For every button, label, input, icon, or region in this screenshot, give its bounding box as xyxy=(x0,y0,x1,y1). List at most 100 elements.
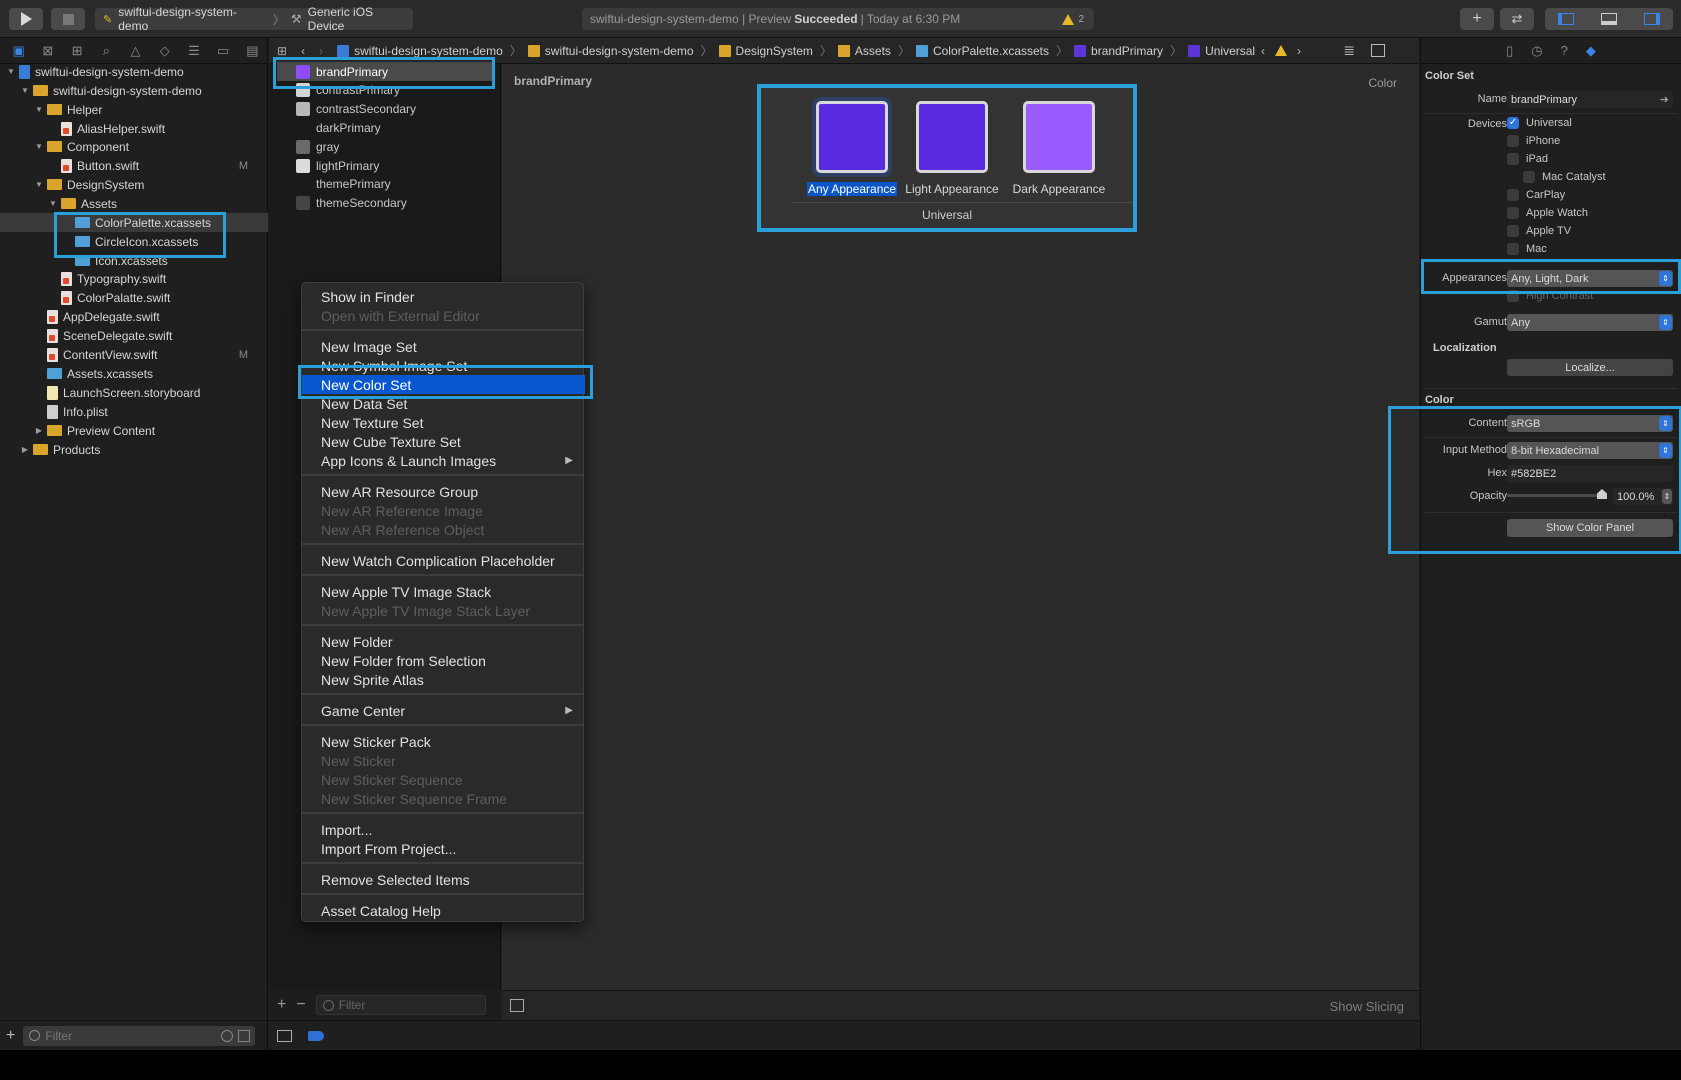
device-checkbox[interactable]: iPad xyxy=(1507,153,1548,165)
menu-item[interactable]: Show in Finder xyxy=(302,287,585,306)
device-checkbox[interactable]: CarPlay xyxy=(1507,189,1565,201)
arrow-circle-icon[interactable]: ➜ xyxy=(1660,93,1669,106)
disclosure-open-icon[interactable]: ▼ xyxy=(34,142,44,151)
breadcrumb-item[interactable]: Universal xyxy=(1188,44,1255,58)
tree-item[interactable]: Info.plist xyxy=(0,402,268,421)
gamut-popup[interactable]: Any ⇕ xyxy=(1507,314,1673,331)
tree-item[interactable]: ColorPalette.xcassets xyxy=(0,213,268,232)
menu-item[interactable]: Game Center ▶ xyxy=(302,701,585,720)
menu-item[interactable]: Remove Selected Items xyxy=(302,870,585,889)
color-well[interactable] xyxy=(916,101,988,173)
menu-item[interactable]: New Folder xyxy=(302,632,585,651)
tree-item[interactable]: ▼ DesignSystem xyxy=(0,175,268,194)
device-checkbox[interactable]: Mac xyxy=(1507,243,1547,255)
menu-item[interactable]: New AR Resource Group xyxy=(302,482,585,501)
next-issue-button[interactable]: › xyxy=(1297,44,1301,58)
add-editor-icon[interactable] xyxy=(1371,44,1385,57)
asset-filter-input[interactable]: Filter xyxy=(315,995,486,1015)
color-well[interactable] xyxy=(1023,101,1095,173)
asset-item[interactable]: contrastSecondary xyxy=(277,100,493,119)
localize-button[interactable]: Localize... xyxy=(1507,359,1673,376)
asset-item[interactable]: themePrimary xyxy=(277,175,493,194)
navigator-filter-input[interactable]: Filter xyxy=(23,1025,256,1046)
test-icon[interactable]: ◇ xyxy=(150,43,179,59)
tree-item[interactable]: ColorPalatte.swift xyxy=(0,288,268,307)
code-review-button[interactable]: ⇄ xyxy=(1500,8,1534,30)
recent-files-icon[interactable] xyxy=(221,1029,234,1042)
source-control-icon[interactable]: ⊠ xyxy=(33,43,62,59)
tree-item[interactable]: SceneDelegate.swift xyxy=(0,326,268,345)
asset-item[interactable]: brandPrimary xyxy=(277,62,493,81)
tree-item[interactable]: AliasHelper.swift xyxy=(0,119,268,138)
breakpoints-toggle-icon[interactable] xyxy=(308,1030,324,1041)
device-checkbox[interactable]: iPhone xyxy=(1507,135,1560,147)
tree-item[interactable]: ▶ Products xyxy=(0,440,268,459)
help-icon[interactable]: ? xyxy=(1561,43,1568,58)
tree-item[interactable]: LaunchScreen.storyboard xyxy=(0,383,268,402)
disclosure-open-icon[interactable]: ▼ xyxy=(20,86,30,95)
tree-item[interactable]: ▼ swiftui-design-system-demo xyxy=(0,62,268,81)
menu-item[interactable]: New Watch Complication Placeholder xyxy=(302,551,585,570)
remove-asset-button[interactable]: − xyxy=(296,996,305,1014)
asset-item[interactable]: darkPrimary xyxy=(277,118,493,137)
disclosure-open-icon[interactable]: ▼ xyxy=(6,67,16,76)
menu-item[interactable]: New Sprite Atlas xyxy=(302,670,585,689)
color-well[interactable] xyxy=(816,101,888,173)
asset-item[interactable]: themeSecondary xyxy=(277,194,493,213)
disclosure-open-icon[interactable]: ▼ xyxy=(34,180,44,189)
menu-item[interactable]: New Cube Texture Set xyxy=(302,432,585,451)
asset-item[interactable]: lightPrimary xyxy=(277,156,493,175)
previous-issue-button[interactable]: ‹ xyxy=(1261,44,1265,58)
disclosure-closed-icon[interactable]: ▶ xyxy=(34,426,44,435)
menu-item[interactable]: New Color Set xyxy=(302,375,585,394)
device-checkbox[interactable]: Mac Catalyst xyxy=(1523,171,1606,183)
menu-item[interactable]: New Sticker Pack xyxy=(302,732,585,751)
menu-item[interactable]: New Data Set xyxy=(302,394,585,413)
tree-item[interactable]: ▶ Preview Content xyxy=(0,421,268,440)
report-icon[interactable]: ▤ xyxy=(238,43,267,59)
forward-button[interactable]: › xyxy=(319,44,323,58)
tree-item[interactable]: Typography.swift xyxy=(0,269,268,288)
menu-item[interactable]: New Folder from Selection xyxy=(302,651,585,670)
tree-item[interactable]: ▼ Component xyxy=(0,137,268,156)
tree-item[interactable]: Icon.xcassets xyxy=(0,251,268,270)
debug-icon[interactable]: ☰ xyxy=(179,43,208,59)
tree-item[interactable]: CircleIcon.xcassets xyxy=(0,232,268,251)
disclosure-closed-icon[interactable]: ▶ xyxy=(20,445,30,454)
device-checkbox[interactable]: Apple Watch xyxy=(1507,207,1588,219)
folder-icon[interactable]: ▣ xyxy=(4,43,33,59)
warning-indicator[interactable]: 2 xyxy=(1062,13,1084,25)
library-button[interactable]: + xyxy=(1460,8,1494,30)
breadcrumb-item[interactable]: ColorPalette.xcassets 〉 xyxy=(915,42,1070,59)
menu-item[interactable]: Import... xyxy=(302,820,585,839)
breadcrumb-item[interactable]: DesignSystem 〉 xyxy=(718,42,834,59)
show-slicing-button[interactable]: Show Slicing xyxy=(1330,999,1404,1014)
menu-item[interactable]: New Symbol Image Set xyxy=(302,356,585,375)
menu-item[interactable]: Asset Catalog Help xyxy=(302,901,585,920)
editor-options-icon[interactable]: ≣ xyxy=(1343,42,1355,59)
name-field[interactable]: brandPrimary ➜ xyxy=(1507,91,1673,108)
tree-item[interactable]: ▼ Helper xyxy=(0,100,268,119)
warning-icon[interactable] xyxy=(1275,45,1287,56)
related-items-icon[interactable]: ⊞ xyxy=(277,44,287,58)
tree-item[interactable]: ContentView.swift M xyxy=(0,345,268,364)
menu-item[interactable]: App Icons & Launch Images ▶ xyxy=(302,451,585,470)
breadcrumb-item[interactable]: Assets 〉 xyxy=(837,42,912,59)
disclosure-open-icon[interactable]: ▼ xyxy=(34,105,44,114)
asset-item[interactable]: contrastPrimary xyxy=(277,81,493,100)
back-button[interactable]: ‹ xyxy=(301,44,305,58)
asset-item[interactable]: gray xyxy=(277,137,493,156)
menu-item[interactable]: New Texture Set xyxy=(302,413,585,432)
breadcrumb-item[interactable]: swiftui-design-system-demo 〉 xyxy=(527,42,715,59)
scheme-name[interactable]: swiftui-design-system-demo xyxy=(118,5,267,33)
tree-item[interactable]: AppDelegate.swift xyxy=(0,307,268,326)
menu-item[interactable]: New Apple TV Image Stack xyxy=(302,582,585,601)
menu-item[interactable]: New Image Set xyxy=(302,337,585,356)
warning-icon[interactable]: △ xyxy=(121,43,150,59)
scheme-selector[interactable]: ✎ swiftui-design-system-demo 〉 ⚒ Generic… xyxy=(95,5,413,33)
breakpoint-icon[interactable]: ▭ xyxy=(209,43,238,59)
breadcrumb-item[interactable]: brandPrimary 〉 xyxy=(1074,42,1184,59)
destination-name[interactable]: Generic iOS Device xyxy=(308,5,413,33)
tree-item[interactable]: ▼ Assets xyxy=(0,194,268,213)
device-checkbox[interactable]: Apple TV xyxy=(1507,225,1571,237)
